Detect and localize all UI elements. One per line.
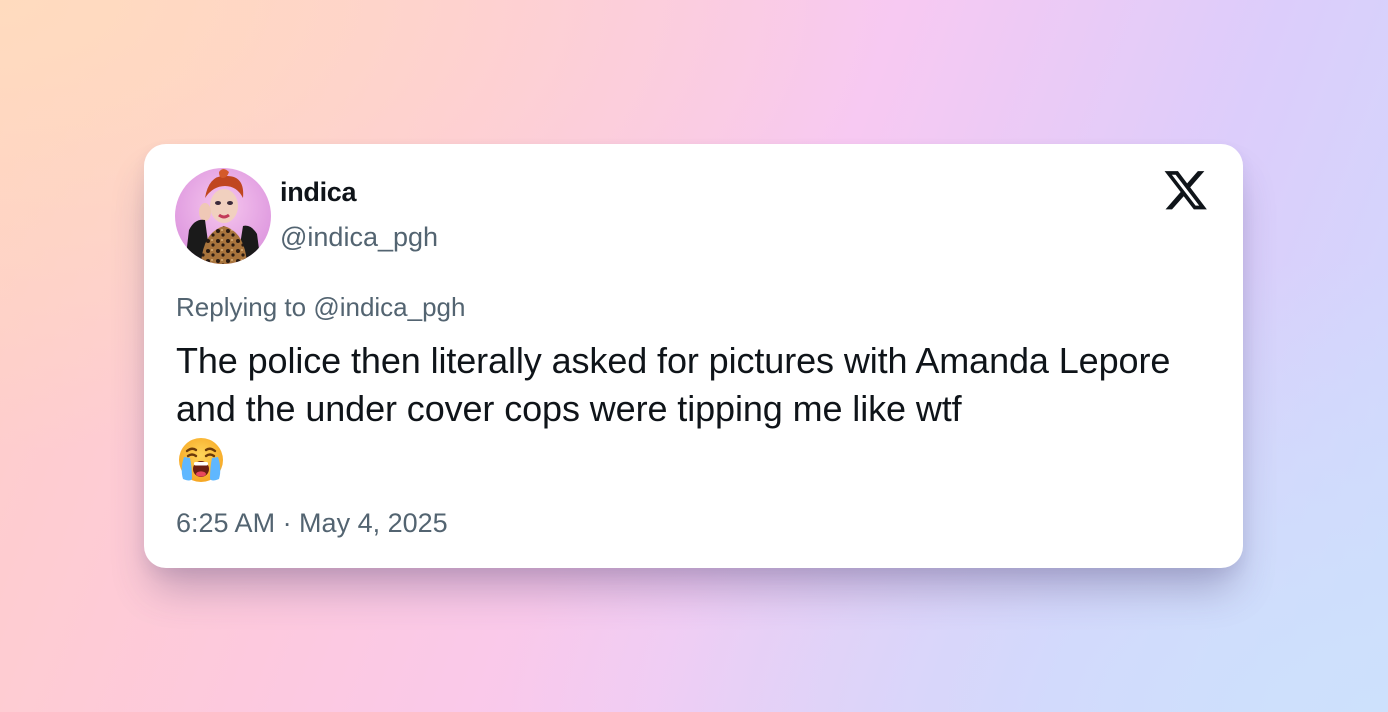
- tweet-timestamp[interactable]: 6:25 AM · May 4, 2025: [176, 508, 448, 539]
- reply-handle-link[interactable]: @indica_pgh: [313, 292, 465, 322]
- avatar-image: [175, 168, 271, 264]
- loudly-crying-face-icon: [176, 435, 226, 485]
- author-handle[interactable]: @indica_pgh: [280, 222, 438, 253]
- reply-context: Replying to @indica_pgh: [176, 292, 465, 323]
- x-logo-icon[interactable]: [1163, 170, 1209, 214]
- reply-prefix: Replying to: [176, 292, 307, 322]
- tweet-card: indica @indica_pgh Replying to @indica_p…: [144, 144, 1243, 568]
- avatar[interactable]: [175, 168, 271, 264]
- tweet-text: The police then literally asked for pict…: [176, 340, 1171, 429]
- author-display-name[interactable]: indica: [280, 177, 357, 208]
- tweet-body: The police then literally asked for pict…: [176, 337, 1186, 485]
